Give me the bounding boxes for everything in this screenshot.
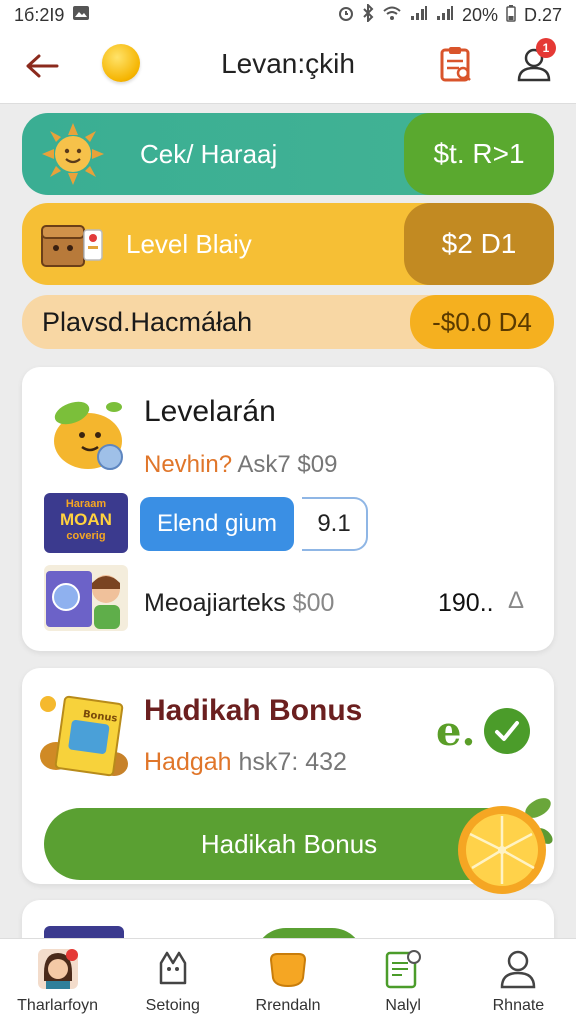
treasure-chest-icon: [41, 225, 103, 267]
sun-icon: [42, 123, 104, 185]
orange-fruit-icon: [458, 798, 553, 894]
wifi-icon: [382, 5, 402, 26]
banner-value: -$0.0 D4: [410, 295, 554, 349]
banner-plavsd[interactable]: Plavsd.Hacmáłah -$0.0 D4: [22, 295, 554, 349]
bag-icon: [266, 947, 310, 991]
banner-label: Cеk/ Haraaj: [140, 138, 278, 169]
banner-value: $t. R>1: [404, 113, 554, 195]
banner-label: Level Blaiy: [126, 228, 252, 259]
image-notification-icon: [72, 5, 90, 26]
check-icon: [484, 708, 530, 754]
card-subtitle-accent: Nevhin?: [144, 451, 233, 478]
clipboard-icon: [440, 47, 471, 82]
blend-button[interactable]: Elend gium: [140, 497, 294, 551]
battery-icon: [506, 4, 516, 27]
row-label-muted: $00: [285, 589, 335, 617]
banner-label: Plavsd.Hacmáłah: [42, 306, 253, 337]
banner-level-play[interactable]: Level Blaiy $2 D1: [22, 203, 554, 285]
card-subtitle-rest: hsk7: 432: [231, 748, 347, 776]
report-icon: [381, 947, 425, 991]
kid-reading-icon: [44, 565, 128, 631]
profile-button[interactable]: 1: [514, 38, 556, 84]
card-subtitle: Hadgah hsk7: 432: [144, 748, 347, 777]
thumb-line-2: MOAN: [60, 510, 112, 529]
bottom-nav: Tharlarfoyn Setoing Rrendaln Nalyl Rhnat…: [0, 938, 576, 1024]
avatar-icon: [36, 947, 80, 991]
nav-label: Setoing: [145, 997, 200, 1014]
game-icon: [151, 947, 195, 991]
card-subtitle: Nevhin? Ask7 $09: [144, 451, 337, 479]
page-title: Levan:çkih: [221, 48, 355, 79]
app-header: Levan:çkih 1: [0, 30, 576, 104]
signal-icon: [410, 5, 428, 26]
nav-label: Nalyl: [385, 997, 421, 1014]
status-clock-right: D.27: [523, 4, 562, 25]
banner-value: $2 D1: [404, 203, 554, 285]
alarm-icon: [338, 5, 354, 26]
nav-item-rewards[interactable]: Rrendaln: [230, 939, 345, 1024]
thumb-line-3: coverig: [66, 530, 106, 542]
nav-item-account[interactable]: Rhnate: [461, 939, 576, 1024]
card-title: Levelarán: [144, 395, 276, 428]
banner-daily-harvest[interactable]: Cеk/ Haraaj $t. R>1: [22, 113, 554, 195]
card-subtitle-rest: Ask7 $09: [232, 451, 338, 478]
bluetooth-icon: [362, 2, 374, 27]
nav-item-profile[interactable]: Tharlarfoyn: [0, 939, 115, 1024]
level-card: Levelarán Nevhin? Ask7 $09 Haraam MOAN c…: [22, 367, 554, 651]
nav-label: Tharlarfoyn: [17, 997, 99, 1014]
mango-character-icon: [54, 401, 123, 470]
value-field[interactable]: 9.1: [302, 497, 368, 551]
nav-item-settings[interactable]: Setoing: [115, 939, 230, 1024]
nav-label: Rhnate: [492, 997, 545, 1014]
gift-package-icon: Bonus: [40, 695, 128, 777]
card-subtitle-accent: Hadgah: [144, 748, 232, 776]
battery-percent: 20%: [461, 4, 498, 25]
expand-arrow-icon[interactable]: Δ: [508, 587, 524, 615]
row-label: Meoajiarteks $00: [144, 589, 334, 618]
notification-badge: 1: [536, 38, 556, 58]
status-time: 1б:2І9: [14, 4, 65, 25]
row-label-main: Meoajiarteks: [144, 589, 286, 617]
game-logo-thumbnail: Haraam MOAN coverig: [44, 493, 128, 553]
thumb-line-1: Haraam: [65, 498, 107, 510]
status-bar: 1б:2І9 20% D.27: [0, 0, 576, 30]
nav-label: Rrendaln: [255, 997, 321, 1014]
signal-icon-2: [436, 5, 454, 26]
card-title: Hadikah Bonus: [144, 694, 363, 727]
progress-mark: e.: [436, 708, 476, 755]
clipboard-button[interactable]: [436, 44, 476, 84]
nav-item-report[interactable]: Nalyl: [346, 939, 461, 1024]
user-icon: [496, 947, 540, 991]
row-value: 190..: [438, 589, 494, 617]
